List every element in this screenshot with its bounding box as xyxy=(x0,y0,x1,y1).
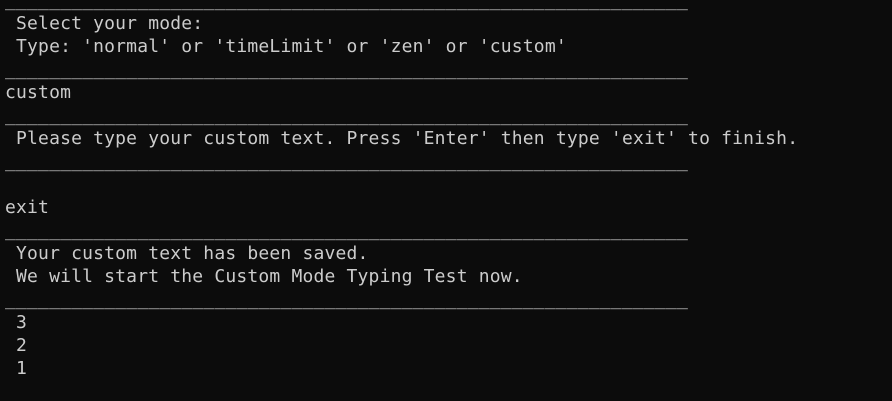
countdown-2: 2 xyxy=(5,335,28,356)
separator-line: ________________________________________… xyxy=(5,59,689,80)
separator-line: ________________________________________… xyxy=(5,289,689,310)
countdown-1: 1 xyxy=(5,358,28,379)
mode-prompt-title: Select your mode: xyxy=(5,13,204,34)
custom-text-instructions: Please type your custom text. Press 'Ent… xyxy=(5,128,799,149)
separator-line: ________________________________________… xyxy=(5,151,689,172)
saved-message: Your custom text has been saved. xyxy=(5,243,369,264)
terminal-window[interactable]: ________________________________________… xyxy=(5,0,892,401)
user-input-exit: exit xyxy=(5,197,50,218)
separator-line: ________________________________________… xyxy=(5,105,689,126)
user-input-mode: custom xyxy=(5,82,72,103)
countdown-3: 3 xyxy=(5,312,28,333)
separator-line: ________________________________________… xyxy=(5,220,689,241)
mode-options-text: Type: 'normal' or 'timeLimit' or 'zen' o… xyxy=(5,36,567,57)
start-test-message: We will start the Custom Mode Typing Tes… xyxy=(5,266,523,287)
separator-line: ________________________________________… xyxy=(5,0,689,11)
